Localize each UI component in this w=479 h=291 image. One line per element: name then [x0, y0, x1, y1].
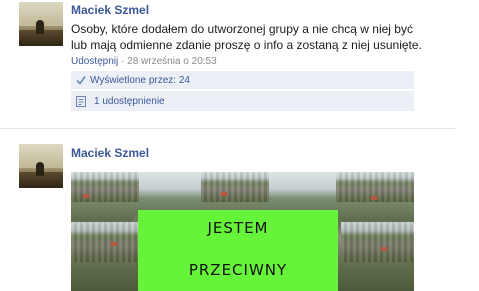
shares-row[interactable]: 1 udostępnienie — [71, 91, 414, 111]
photo-roof — [83, 194, 89, 198]
photo-tile — [341, 222, 414, 262]
post-photo[interactable]: JESTEM PRZECIWNY — [71, 172, 414, 291]
share-doc-icon — [76, 96, 86, 107]
sign-text-line: PRZECIWNY — [188, 261, 288, 279]
news-feed: Maciek Szmel Osoby, które dodałem do utw… — [0, 0, 479, 291]
protest-sign: JESTEM PRZECIWNY — [138, 210, 338, 291]
avatar[interactable] — [19, 2, 63, 46]
post-meta: Udostępnij · 28 września o 20:53 — [71, 56, 217, 67]
avatar-person-silhouette — [36, 20, 44, 34]
avatar-person-silhouette — [36, 162, 44, 176]
photo-tile — [71, 172, 139, 202]
share-link[interactable]: Udostępnij — [71, 56, 118, 67]
views-label: Wyświetlone przez: 24 — [90, 75, 190, 86]
shares-label: 1 udostępnienie — [94, 96, 165, 107]
photo-tile — [71, 222, 139, 262]
post-text-line: Osoby, które dodałem do utworzonej grupy… — [71, 22, 413, 36]
sign-text-line: JESTEM — [207, 219, 269, 237]
checkmark-icon — [76, 75, 86, 85]
photo-roof — [221, 192, 227, 196]
post-author-link[interactable]: Maciek Szmel — [71, 146, 149, 160]
post-timestamp: · 28 września o 20:53 — [118, 56, 217, 67]
photo-roof — [111, 242, 117, 246]
feed-post: Maciek Szmel JESTEM PRZECIWNY — [0, 128, 479, 291]
photo-roof — [371, 196, 377, 200]
photo-tile — [201, 172, 269, 202]
views-row[interactable]: Wyświetlone przez: 24 — [71, 71, 414, 89]
avatar[interactable] — [19, 144, 63, 188]
photo-roof — [381, 247, 387, 251]
post-text-line: lub mają odmienne zdanie proszę o info a… — [71, 38, 422, 52]
feed-post: Maciek Szmel Osoby, które dodałem do utw… — [0, 0, 479, 128]
post-author-link[interactable]: Maciek Szmel — [71, 3, 149, 17]
